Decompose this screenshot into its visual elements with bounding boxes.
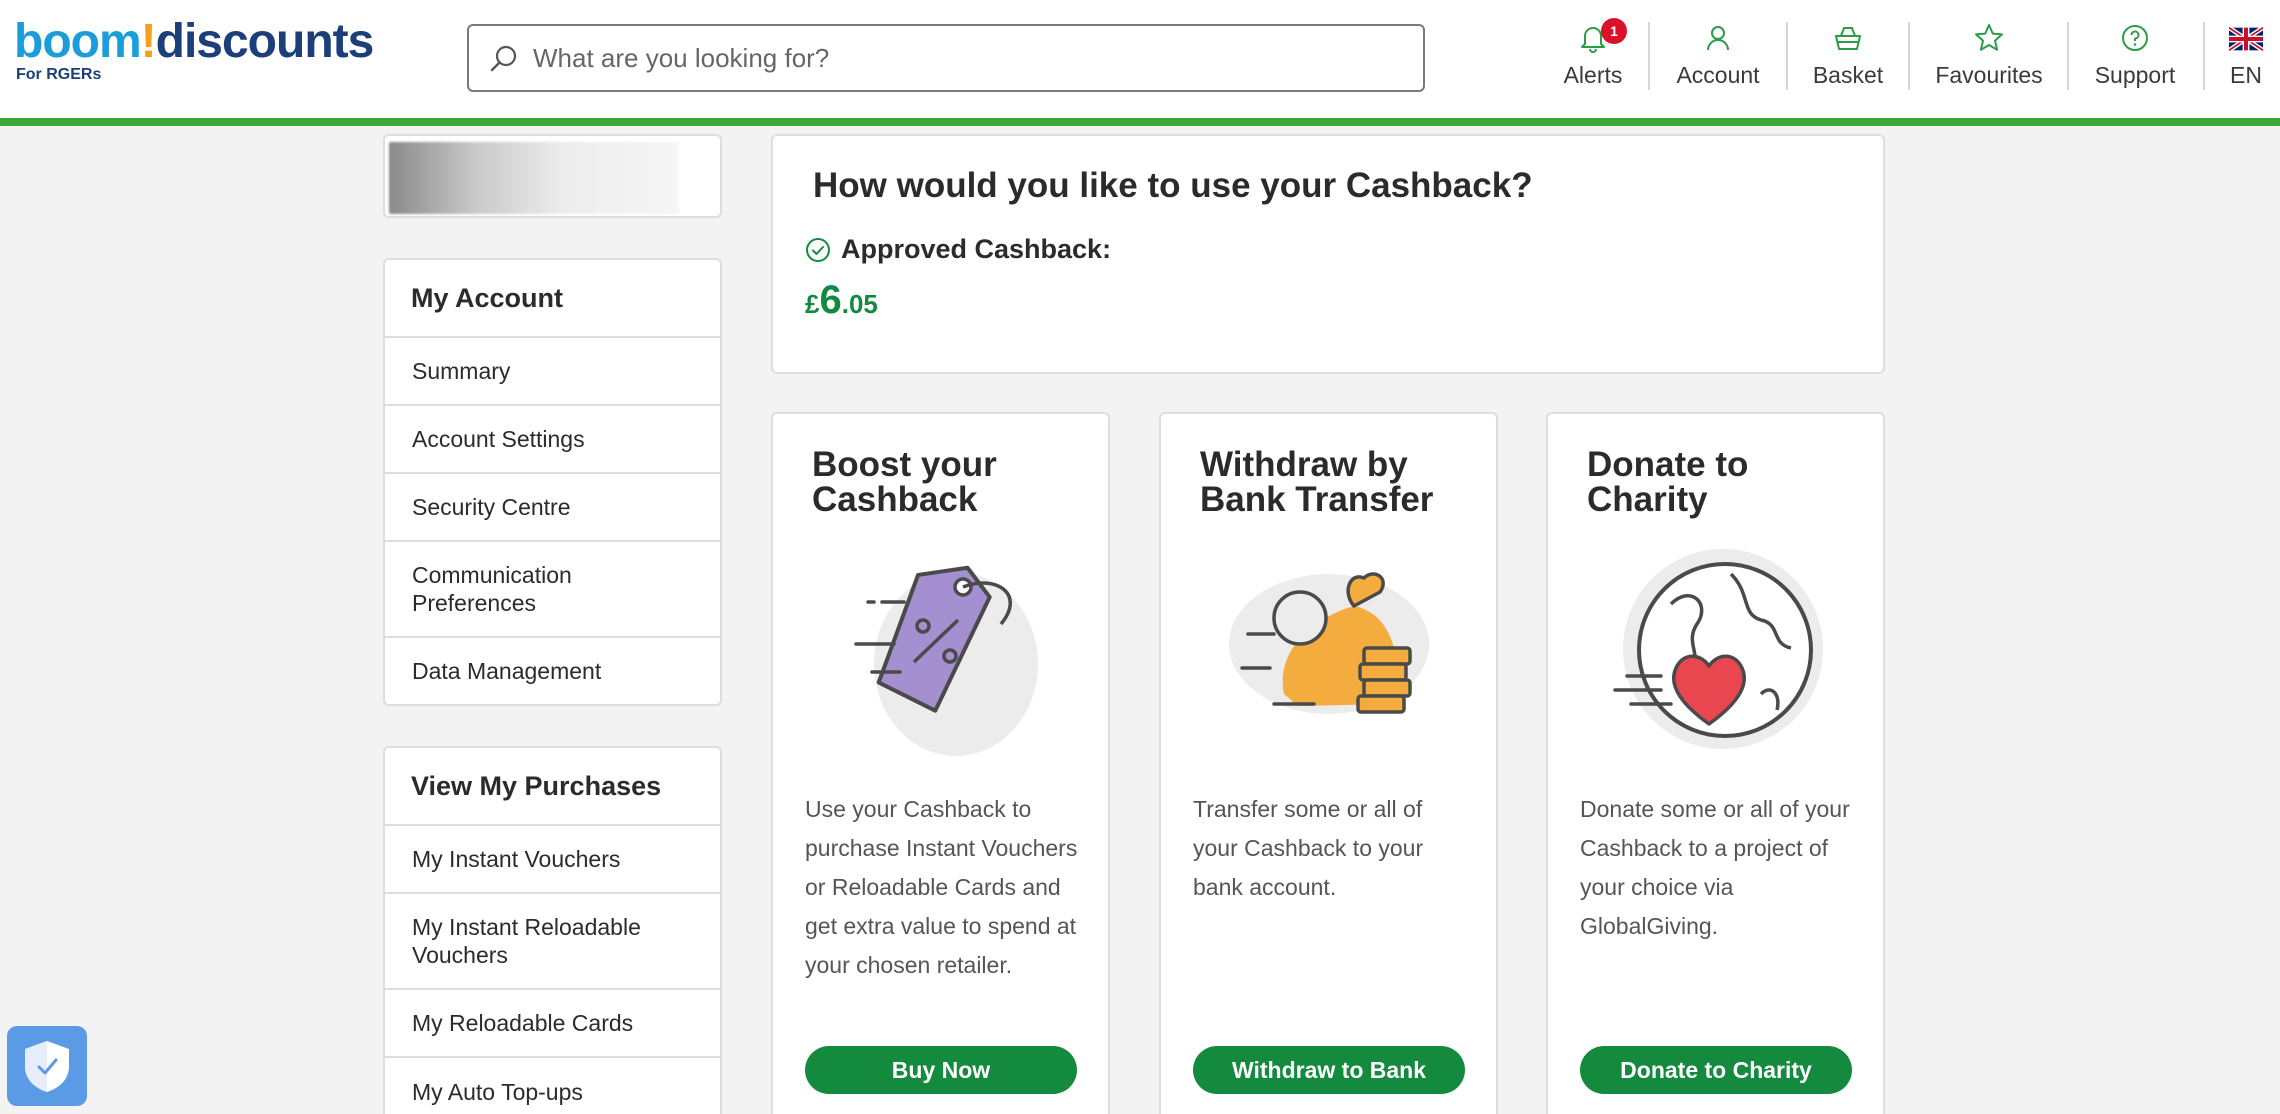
- view-purchases-title: View My Purchases: [385, 748, 720, 826]
- my-account-panel: My Account Summary Account Settings Secu…: [383, 258, 722, 706]
- nav-divider: [1908, 22, 1910, 90]
- sidebar-item-security-centre[interactable]: Security Centre: [385, 474, 720, 542]
- sidebar-item-communication-preferences[interactable]: Communication Preferences: [385, 542, 720, 638]
- privacy-settings-button[interactable]: [7, 1026, 87, 1106]
- site-header: boom!discounts For RGERs 1 Alerts Accoun…: [0, 0, 2280, 126]
- language-label: EN: [2230, 62, 2262, 88]
- nav-favourites-label: Favourites: [1935, 62, 2043, 88]
- withdraw-to-bank-button[interactable]: Withdraw to Bank: [1193, 1046, 1465, 1094]
- help-icon: [2122, 25, 2148, 51]
- nav-support[interactable]: Support: [2088, 22, 2182, 94]
- price-tag-icon: [853, 565, 1038, 756]
- cashback-heading: How would you like to use your Cashback?: [813, 166, 1533, 205]
- sidebar-item-instant-reloadable-vouchers[interactable]: My Instant Reloadable Vouchers: [385, 894, 720, 990]
- view-purchases-panel: View My Purchases My Instant Vouchers My…: [383, 746, 722, 1114]
- sidebar-item-summary[interactable]: Summary: [385, 338, 720, 406]
- option-card-donate: Donate to Charity Donate some or all of …: [1546, 412, 1885, 1114]
- nav-divider: [1648, 22, 1650, 90]
- option-description: Use your Cashback to purchase Instant Vo…: [805, 796, 1078, 978]
- sidebar-item-data-management[interactable]: Data Management: [385, 638, 720, 704]
- option-description: Donate some or all of your Cashback to a…: [1580, 796, 1850, 939]
- sidebar-item-account-settings[interactable]: Account Settings: [385, 406, 720, 474]
- option-title: Donate to Charity: [1587, 445, 1749, 519]
- language-selector[interactable]: EN: [2222, 22, 2270, 94]
- nav-account[interactable]: Account: [1668, 22, 1768, 94]
- option-card-boost: Boost your Cashback Use your Cashback to…: [771, 412, 1110, 1114]
- shield-check-icon: [25, 1041, 69, 1092]
- search-box[interactable]: [467, 24, 1425, 92]
- sidebar-item-instant-vouchers[interactable]: My Instant Vouchers: [385, 826, 720, 894]
- nav-alerts[interactable]: 1 Alerts: [1553, 18, 1633, 94]
- option-title: Boost your Cashback: [812, 445, 997, 519]
- boom-discounts-logo[interactable]: boom!discounts For RGERs: [14, 15, 375, 84]
- nav-divider: [2203, 22, 2205, 90]
- cashback-amount: £6.05: [805, 278, 878, 323]
- nav-divider: [2067, 22, 2069, 90]
- logo-boom-text: boom: [14, 15, 142, 68]
- nav-alerts-label: Alerts: [1563, 62, 1623, 88]
- amount-minor: .05: [841, 289, 878, 319]
- star-icon: [1975, 24, 2003, 51]
- nav-account-label: Account: [1676, 62, 1760, 88]
- nav-support-label: Support: [2094, 62, 2176, 88]
- logo-discounts-text: discounts: [155, 15, 375, 68]
- sidebar-item-reloadable-cards[interactable]: My Reloadable Cards: [385, 990, 720, 1058]
- globe-heart-icon: [1612, 549, 1823, 749]
- alerts-count-badge: 1: [1601, 18, 1627, 44]
- my-account-title: My Account: [385, 260, 720, 338]
- sidebar-item-auto-top-ups[interactable]: My Auto Top-ups: [385, 1058, 720, 1114]
- blurred-profile-image: [389, 142, 679, 214]
- cashback-summary-card: How would you like to use your Cashback?…: [771, 134, 1885, 374]
- option-title: Withdraw by Bank Transfer: [1200, 445, 1434, 519]
- nav-basket[interactable]: Basket: [1806, 22, 1890, 94]
- approved-cashback-row: Approved Cashback:: [805, 234, 1111, 265]
- check-circle-icon: [806, 237, 830, 262]
- logo-subtitle: For RGERs: [16, 66, 102, 83]
- logo-wordmark: boom!discounts: [14, 15, 375, 68]
- uk-flag-icon: [2229, 26, 2263, 52]
- option-description: Transfer some or all of your Cashback to…: [1193, 796, 1424, 900]
- money-bag-icon: [1228, 572, 1429, 714]
- search-icon: [490, 45, 517, 72]
- user-icon: [1707, 26, 1729, 51]
- nav-favourites[interactable]: Favourites: [1928, 22, 2050, 94]
- nav-divider: [1786, 22, 1788, 90]
- basket-icon: [1835, 27, 1861, 50]
- logo-bang-text: !: [140, 15, 157, 68]
- profile-banner: [383, 134, 722, 218]
- approved-cashback-label: Approved Cashback:: [841, 234, 1112, 264]
- buy-now-button[interactable]: Buy Now: [805, 1046, 1077, 1094]
- nav-basket-label: Basket: [1812, 62, 1884, 88]
- donate-to-charity-button[interactable]: Donate to Charity: [1580, 1046, 1852, 1094]
- amount-major: 6: [819, 278, 842, 322]
- option-card-withdraw: Withdraw by Bank Transfer Transfer some …: [1159, 412, 1498, 1114]
- search-input[interactable]: [533, 26, 1403, 90]
- currency-symbol: £: [805, 289, 820, 319]
